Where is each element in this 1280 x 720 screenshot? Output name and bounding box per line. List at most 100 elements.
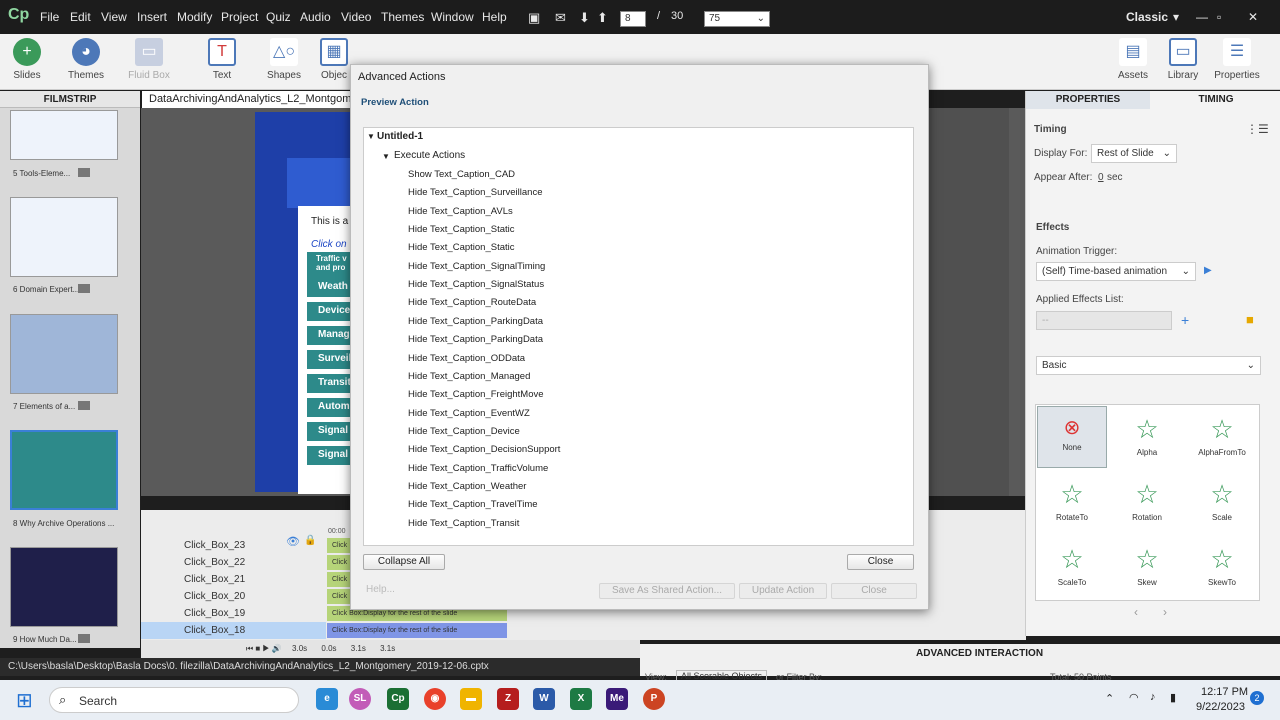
text-button[interactable]: T Text (195, 36, 249, 81)
timeline-row[interactable]: Click_Box_22 (141, 554, 326, 571)
chevron-left-icon[interactable]: ‹ (1134, 605, 1138, 619)
action-item[interactable]: Hide Text_Caption_TrafficVolume (408, 463, 548, 474)
tab-timing[interactable]: TIMING (1151, 91, 1280, 109)
effect-rotateto[interactable]: ☆ RotateTo (1037, 471, 1107, 533)
effect-rotation[interactable]: ☆ Rotation (1112, 471, 1182, 533)
effect-category-select[interactable]: Basic ⌄ (1036, 356, 1261, 375)
clock-date[interactable]: 9/22/2023 (1196, 701, 1245, 713)
arrow-up-icon[interactable]: ⬆ (597, 10, 608, 26)
action-item[interactable]: Hide Text_Caption_AVLs (408, 206, 513, 217)
list-options-icon[interactable]: ⋮☰ (1246, 122, 1269, 136)
mail-icon[interactable]: ✉ (555, 10, 566, 26)
timeline-row[interactable]: Click_Box_23 (141, 537, 326, 554)
menu-edit[interactable]: Edit (70, 10, 91, 24)
assets-button[interactable]: ▤ Assets (1106, 36, 1160, 81)
themes-button[interactable]: ◕ Themes (59, 36, 113, 81)
slide-thumbnail-5[interactable] (10, 110, 118, 160)
menu-window[interactable]: Window (431, 10, 474, 24)
action-item[interactable]: Hide Text_Caption_ParkingData (408, 316, 543, 327)
timeline-row[interactable]: Click_Box_18 (141, 622, 326, 639)
action-item[interactable]: Hide Text_Caption_Managed (408, 371, 530, 382)
slide-thumbnail-6[interactable] (10, 197, 118, 277)
library-button[interactable]: ▭ Library (1156, 36, 1210, 81)
taskbar-search[interactable]: ⌕ Search (49, 687, 299, 713)
chevron-right-icon[interactable]: › (1163, 605, 1167, 619)
minimize-icon[interactable]: — (1196, 10, 1208, 24)
workspace-select[interactable]: Classic (1126, 10, 1168, 24)
action-item[interactable]: Hide Text_Caption_Static (408, 224, 515, 235)
timeline-row[interactable]: Click_Box_19 (141, 605, 326, 622)
document-tab[interactable]: DataArchivingAndAnalytics_L2_Montgomery (142, 91, 352, 108)
menu-modify[interactable]: Modify (177, 10, 212, 24)
save-shared-action-button[interactable]: Save As Shared Action... (599, 583, 735, 599)
powerpoint-icon[interactable]: P (643, 688, 665, 710)
action-item[interactable]: Hide Text_Caption_Transit (408, 518, 519, 529)
action-item[interactable]: Hide Text_Caption_Static (408, 242, 515, 253)
objects-button[interactable]: ▦ Objec (314, 36, 354, 81)
slide-box-automated[interactable]: Autom (307, 398, 353, 417)
slide-box-signal-2[interactable]: Signal (307, 446, 353, 465)
action-item[interactable]: Hide Text_Caption_SignalStatus (408, 279, 544, 290)
action-item[interactable]: Hide Text_Caption_EventWZ (408, 408, 530, 419)
menu-insert[interactable]: Insert (137, 10, 167, 24)
shapes-button[interactable]: △○ Shapes (257, 36, 311, 81)
wifi-icon[interactable]: ◠ (1129, 691, 1139, 704)
chrome-icon[interactable]: ◉ (424, 688, 446, 710)
effect-scaleto[interactable]: ☆ ScaleTo (1037, 536, 1107, 598)
action-item[interactable]: Hide Text_Caption_FreightMove (408, 389, 544, 400)
menu-video[interactable]: Video (341, 10, 371, 24)
slide-box-transit[interactable]: Transit (307, 374, 353, 393)
chevron-up-icon[interactable]: ⌃ (1105, 692, 1114, 705)
arrow-down-icon[interactable]: ⬇ (579, 10, 590, 26)
collapse-all-button[interactable]: Collapse All (363, 554, 445, 570)
slide-thumbnail-9[interactable] (10, 547, 118, 627)
page-number-input[interactable]: 8 (620, 11, 646, 27)
volume-icon[interactable]: ♪ (1150, 691, 1156, 703)
play-icon[interactable]: ⏮ ■ ▶ 🔊 (246, 644, 282, 653)
filezilla-icon[interactable]: Z (497, 688, 519, 710)
slide-box-managed[interactable]: Manag (307, 326, 353, 345)
display-for-select[interactable]: Rest of Slide ⌄ (1091, 144, 1177, 163)
effect-alpha[interactable]: ☆ Alpha (1112, 406, 1182, 468)
play-effect-icon[interactable]: ▶ (1204, 265, 1212, 276)
appear-after-input[interactable]: 0 (1098, 172, 1104, 183)
slide-box-signal-1[interactable]: Signal (307, 422, 353, 441)
close-dialog-button[interactable]: Close (831, 583, 917, 599)
action-item[interactable]: Hide Text_Caption_TravelTime (408, 499, 538, 510)
battery-icon[interactable]: ▮ (1170, 691, 1176, 704)
action-item[interactable]: Hide Text_Caption_DecisionSupport (408, 444, 560, 455)
update-action-button[interactable]: Update Action (739, 583, 827, 599)
clock-time[interactable]: 12:17 PM (1201, 686, 1248, 698)
help-link[interactable]: Help... (366, 584, 395, 595)
action-item[interactable]: Hide Text_Caption_ODData (408, 353, 525, 364)
action-item[interactable]: Hide Text_Caption_Surveillance (408, 187, 543, 198)
close-window-icon[interactable]: ✕ (1248, 10, 1258, 24)
menu-file[interactable]: File (40, 10, 59, 24)
preview-toggle-icon[interactable]: ▣ (528, 10, 540, 26)
timeline-bar[interactable]: Click Box:Display for the rest of the sl… (327, 623, 507, 638)
word-icon[interactable]: W (533, 688, 555, 710)
slide-box-device[interactable]: Device (307, 302, 353, 321)
folder-icon[interactable]: ▬ (460, 688, 482, 710)
add-effect-icon[interactable]: + (1181, 312, 1189, 328)
slide-box-weather[interactable]: Weath (307, 278, 353, 297)
menu-quiz[interactable]: Quiz (266, 10, 291, 24)
slide-thumbnail-7[interactable] (10, 314, 118, 394)
action-item[interactable]: Hide Text_Caption_RouteData (408, 297, 536, 308)
expand-triangle-icon[interactable]: ▼ (367, 132, 375, 141)
captivate-icon[interactable]: Cp (387, 688, 409, 710)
tree-group[interactable]: Execute Actions (394, 150, 465, 161)
effect-skewto[interactable]: ☆ SkewTo (1187, 536, 1257, 598)
timeline-row[interactable]: Click_Box_21 (141, 571, 326, 588)
user-avatar-icon[interactable]: SL (349, 688, 371, 710)
menu-audio[interactable]: Audio (300, 10, 331, 24)
effect-alphafromto[interactable]: ☆ AlphaFromTo (1187, 406, 1257, 468)
action-item[interactable]: Hide Text_Caption_SignalTiming (408, 261, 545, 272)
slide-thumbnail-8[interactable] (10, 430, 118, 510)
menu-project[interactable]: Project (221, 10, 258, 24)
close-preview-button[interactable]: Close (847, 554, 914, 570)
slides-button[interactable]: + Slides (0, 36, 54, 81)
menu-themes[interactable]: Themes (381, 10, 424, 24)
folder-icon[interactable]: ■ (1246, 312, 1254, 327)
menu-view[interactable]: View (101, 10, 127, 24)
